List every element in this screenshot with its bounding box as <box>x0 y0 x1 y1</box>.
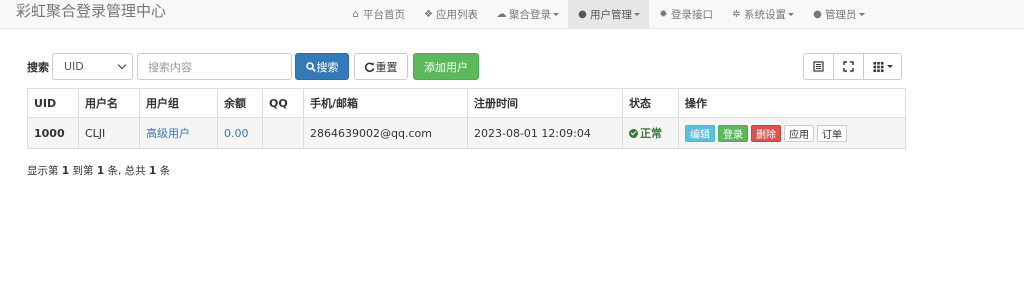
col-balance[interactable]: 余额 <box>217 88 263 118</box>
refresh-icon <box>364 61 374 72</box>
apps-button[interactable]: 应用 <box>784 124 814 142</box>
users-table: UID 用户名 用户组 余额 QQ 手机/邮箱 注册时间 状态 操作 1000 … <box>27 88 906 149</box>
search-label: 搜索 <box>27 60 49 74</box>
caret-down-icon <box>634 13 640 16</box>
cell-reg-time: 2023-08-01 12:09:04 <box>467 117 623 149</box>
page-info-from: 1 <box>61 165 70 177</box>
caret-down-icon <box>553 13 559 16</box>
edit-button[interactable]: 编辑 <box>685 124 715 142</box>
cell-status: 正常 <box>622 117 679 149</box>
chevron-down-icon <box>117 60 127 70</box>
cell-uid: 1000 <box>27 117 79 149</box>
cloud-icon: ☁ <box>496 9 507 20</box>
gear-icon: ✹ <box>659 9 668 20</box>
nav-apps-label: 应用列表 <box>436 9 478 21</box>
col-qq[interactable]: QQ <box>262 88 304 118</box>
th-icon <box>873 62 883 72</box>
nav-menu: ⌂ 平台首页 ❖ 应用列表 ☁ 聚合登录 ● 用户管理 ✹ 登录接口 ✲ 系统设… <box>341 0 874 29</box>
pagination-info: 显示第 1 到第 1 条, 总共 1 条 <box>27 163 170 178</box>
col-reg-time[interactable]: 注册时间 <box>467 88 623 118</box>
nav-admin-label: 管理员 <box>825 9 857 21</box>
login-as-button[interactable]: 登录 <box>718 124 748 142</box>
list-alt-icon <box>813 61 824 72</box>
search-toolbar: 搜索 UID 搜索内容 搜索 重置 添加用户 <box>27 53 479 80</box>
nav-aggregate-login[interactable]: ☁ 聚合登录 <box>487 0 568 29</box>
user-icon: ● <box>578 9 587 20</box>
nav-system-settings[interactable]: ✲ 系统设置 <box>722 0 803 29</box>
page-info-to: 1 <box>96 165 105 177</box>
cubes-icon: ❖ <box>424 9 433 20</box>
fullscreen-icon <box>843 61 854 72</box>
delete-button[interactable]: 删除 <box>751 124 781 142</box>
cell-username: CLJI <box>78 117 140 149</box>
search-icon <box>305 61 316 72</box>
reset-button-label: 重置 <box>375 60 398 74</box>
col-group[interactable]: 用户组 <box>139 88 218 118</box>
cog-icon: ✲ <box>732 9 741 20</box>
nav-user-management[interactable]: ● 用户管理 <box>568 0 649 29</box>
cell-contact: 2864639002@qq.com <box>303 117 468 149</box>
search-button[interactable]: 搜索 <box>295 53 349 80</box>
nav-aggregate-login-label: 聚合登录 <box>509 9 551 21</box>
fullscreen-button[interactable] <box>833 53 864 80</box>
caret-down-icon <box>886 65 893 68</box>
nav-apps[interactable]: ❖ 应用列表 <box>414 0 487 29</box>
search-input[interactable]: 搜索内容 <box>137 53 292 80</box>
caret-down-icon <box>858 13 865 16</box>
nav-login-api[interactable]: ✹ 登录接口 <box>649 0 722 29</box>
brand-title[interactable]: 彩虹聚合登录管理中心 <box>16 1 166 21</box>
cell-actions: 编辑 登录 删除 应用 订单 <box>678 117 906 149</box>
table-row: 1000 CLJI 高级用户 0.00 2864639002@qq.com 20… <box>27 117 906 149</box>
col-actions: 操作 <box>678 88 906 118</box>
page-info-text-2: 到第 <box>72 165 94 177</box>
home-icon: ⌂ <box>352 9 359 20</box>
page-info-total: 1 <box>149 165 157 177</box>
search-field-select[interactable]: UID <box>52 53 133 80</box>
cell-balance-link[interactable]: 0.00 <box>217 117 263 149</box>
cell-qq <box>262 117 304 149</box>
page-info-text-4: 条 <box>159 165 171 177</box>
person-icon: ● <box>813 9 822 20</box>
status-text: 正常 <box>640 127 662 140</box>
columns-button[interactable] <box>863 53 902 80</box>
orders-button[interactable]: 订单 <box>817 124 847 142</box>
nav-admin[interactable]: ● 管理员 <box>803 0 874 29</box>
nav-system-settings-label: 系统设置 <box>744 9 786 21</box>
caret-down-icon <box>788 13 794 16</box>
nav-login-api-label: 登录接口 <box>671 9 713 21</box>
search-button-label: 搜索 <box>316 60 339 74</box>
toggle-view-button[interactable] <box>803 53 834 80</box>
table-header-row: UID 用户名 用户组 余额 QQ 手机/邮箱 注册时间 状态 操作 <box>27 88 906 118</box>
add-user-button[interactable]: 添加用户 <box>413 53 479 80</box>
check-circle-icon <box>629 129 638 138</box>
col-uid[interactable]: UID <box>27 88 79 118</box>
navbar: 彩虹聚合登录管理中心 ⌂ 平台首页 ❖ 应用列表 ☁ 聚合登录 ● 用户管理 ✹… <box>0 0 1024 29</box>
search-field-value: UID <box>64 60 84 73</box>
col-status[interactable]: 状态 <box>622 88 679 118</box>
page-info-text-3: 条, 总共 <box>107 165 146 177</box>
page-info-text-1: 显示第 <box>27 165 59 177</box>
nav-user-management-label: 用户管理 <box>590 9 632 21</box>
nav-home[interactable]: ⌂ 平台首页 <box>341 0 414 29</box>
cell-group-link[interactable]: 高级用户 <box>139 117 218 149</box>
col-username[interactable]: 用户名 <box>78 88 140 118</box>
reset-button[interactable]: 重置 <box>354 53 408 80</box>
nav-home-label: 平台首页 <box>363 9 405 21</box>
table-toolbar-buttons <box>803 53 902 80</box>
col-contact[interactable]: 手机/邮箱 <box>303 88 468 118</box>
